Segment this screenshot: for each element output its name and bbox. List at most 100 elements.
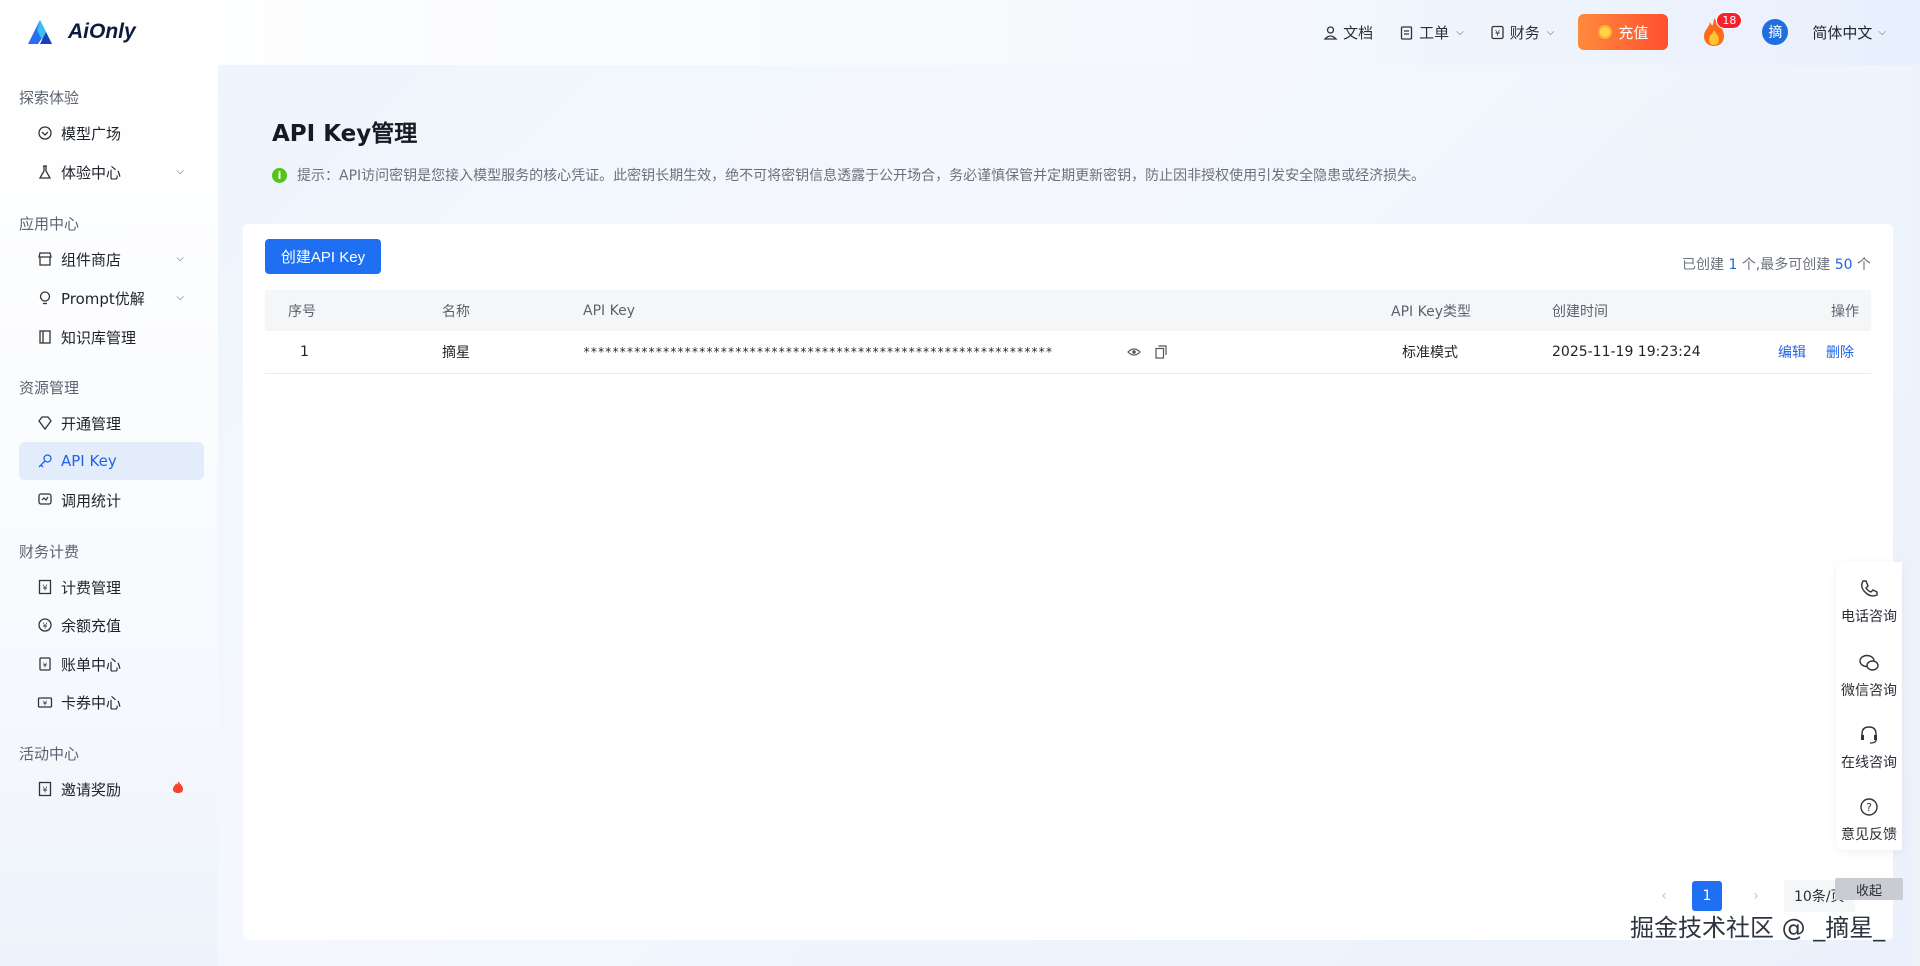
clipboard-icon <box>1399 25 1414 40</box>
svg-text:¥: ¥ <box>43 662 48 670</box>
sidebar-item-label: 组件商店 <box>61 250 122 269</box>
float-tool-label: 微信咨询 <box>1841 683 1897 699</box>
logo[interactable]: AiOnly <box>26 18 136 46</box>
quota-max-count: 50 <box>1834 257 1853 273</box>
sidebar-item-api-key[interactable]: API Key <box>19 442 204 480</box>
float-tool-label: 电话咨询 <box>1841 609 1897 625</box>
headset-icon <box>1861 726 1877 744</box>
sidebar-item-label: 调用统计 <box>61 491 122 510</box>
avatar[interactable]: 摘 <box>1762 19 1789 45</box>
sidebar-item-activation[interactable]: 开通管理 <box>19 404 204 442</box>
next-page-button[interactable]: › <box>1746 888 1766 904</box>
nav-docs[interactable]: 文档 <box>1323 22 1373 43</box>
bill-icon: ¥ <box>37 656 53 672</box>
sidebar-item-label: API Key <box>61 452 117 470</box>
sidebar-item-label: 计费管理 <box>61 578 122 597</box>
quota-prefix: 已创建 <box>1681 257 1724 273</box>
sidebar-group-title: 财务计费 <box>19 543 80 561</box>
fire-icon <box>172 780 184 798</box>
delete-button[interactable]: 删除 <box>1826 342 1854 362</box>
nav-tickets-label: 工单 <box>1419 23 1450 42</box>
row-name: 摘星 <box>442 345 470 361</box>
chevron-down-icon: ⌵ <box>1878 26 1886 38</box>
sidebar-item-component-store[interactable]: 组件商店 ⌵ <box>19 240 204 278</box>
copy-icon[interactable] <box>1153 344 1169 360</box>
recharge-button[interactable]: 充值 <box>1578 14 1669 50</box>
column-header-type: API Key类型 <box>1391 303 1471 320</box>
sidebar-item-label: 知识库管理 <box>61 328 137 347</box>
sidebar-item-billing[interactable]: ¥ 计费管理 <box>19 568 204 606</box>
row-created-time: 2025-11-19 19:23:24 <box>1552 344 1701 360</box>
ticket-icon: ¥ <box>37 694 53 710</box>
row-key-type: 标准模式 <box>1402 345 1458 361</box>
row-api-key-masked: ****************************************… <box>583 345 1053 359</box>
sidebar-item-label: 体验中心 <box>61 163 122 182</box>
column-header-actions: 操作 <box>1831 303 1859 320</box>
feedback-button[interactable]: ? 意见反馈 <box>1836 796 1902 844</box>
sidebar-item-coupon-center[interactable]: ¥ 卡券中心 <box>19 683 204 721</box>
sidebar-item-invite-reward[interactable]: ¥ 邀请奖励 <box>19 770 204 808</box>
info-icon: i <box>272 167 287 183</box>
watermark: 掘金技术社区 @ _摘星_ <box>1630 914 1886 942</box>
gift-doc-icon: ¥ <box>37 781 53 797</box>
phone-consult-button[interactable]: 电话咨询 <box>1836 578 1902 626</box>
svg-text:¥: ¥ <box>1495 29 1500 38</box>
svg-text:¥: ¥ <box>42 584 47 593</box>
flask-icon <box>37 164 53 180</box>
language-selector[interactable]: 简体中文 ⌵ <box>1812 22 1886 43</box>
chevron-down-icon: ⌵ <box>1456 26 1464 38</box>
cube-icon <box>37 125 53 141</box>
sidebar-item-usage-stats[interactable]: 调用统计 <box>19 481 204 519</box>
collapse-button[interactable]: 收起 <box>1835 878 1903 900</box>
nav-tickets[interactable]: 工单 ⌵ <box>1399 22 1464 43</box>
table-header: 序号 名称 API Key API Key类型 创建时间 操作 <box>265 290 1871 331</box>
bulb-icon <box>37 290 53 306</box>
chevron-down-icon: ⌵ <box>1546 26 1555 38</box>
sidebar-item-balance-recharge[interactable]: ¥ 余额充值 <box>19 606 204 644</box>
key-icon <box>37 453 53 469</box>
tip-text: 提示：API访问密钥是您接入模型服务的核心凭证。此密钥长期生效，绝不可将密钥信息… <box>297 168 1426 184</box>
sidebar-item-label: 模型广场 <box>61 124 122 143</box>
sidebar-group-title: 活动中心 <box>19 745 80 763</box>
question-icon: ? <box>1860 798 1878 816</box>
sidebar-item-bill-center[interactable]: ¥ 账单中心 <box>19 645 204 683</box>
nav-finance[interactable]: ¥ 财务 ⌵ <box>1490 22 1555 43</box>
nav-docs-label: 文档 <box>1343 23 1374 42</box>
sidebar-item-prompt[interactable]: Prompt优解 ⌵ <box>19 279 204 317</box>
chevron-down-icon: ⌵ <box>176 253 184 264</box>
sidebar-item-label: 开通管理 <box>61 414 122 433</box>
page-number-current[interactable]: 1 <box>1692 881 1722 911</box>
column-header-created: 创建时间 <box>1552 303 1608 320</box>
sidebar-item-model-square[interactable]: 模型广场 <box>19 114 204 152</box>
page-title: API Key管理 <box>272 121 418 147</box>
sidebar-item-label: Prompt优解 <box>61 289 145 308</box>
sidebar-group-title: 资源管理 <box>19 379 80 397</box>
sidebar: 探索体验 模型广场 体验中心 ⌵ 应用中心 组件商店 ⌵ Prompt优解 ⌵ … <box>0 65 218 966</box>
notification-badge: 18 <box>1716 12 1743 29</box>
wechat-consult-button[interactable]: 微信咨询 <box>1836 652 1902 700</box>
sidebar-item-knowledge-base[interactable]: 知识库管理 <box>19 318 204 356</box>
table-row: 1 摘星 ***********************************… <box>265 331 1871 374</box>
store-icon <box>37 251 53 267</box>
edit-button[interactable]: 编辑 <box>1778 342 1806 362</box>
prev-page-button[interactable]: ‹ <box>1654 888 1674 904</box>
online-consult-button[interactable]: 在线咨询 <box>1836 724 1902 772</box>
quota-suffix: 个 <box>1857 257 1871 273</box>
activity-fire-button[interactable]: 18 <box>1700 12 1743 48</box>
chart-screen-icon <box>37 492 53 508</box>
sidebar-item-experience-center[interactable]: 体验中心 ⌵ <box>19 153 204 191</box>
create-api-key-button[interactable]: 创建API Key <box>265 239 381 274</box>
quota-info: 已创建 1 个,最多可创建 50 个 <box>1682 254 1871 274</box>
page-scrollbar[interactable] <box>1912 65 1920 966</box>
column-header-key: API Key <box>583 302 635 319</box>
eye-icon[interactable] <box>1126 344 1142 360</box>
phone-icon <box>1861 580 1878 597</box>
user-doc-icon <box>1323 25 1338 40</box>
coin-circle-icon: ¥ <box>37 617 53 633</box>
sidebar-item-label: 邀请奖励 <box>61 780 122 799</box>
floating-support-bar: 电话咨询 微信咨询 在线咨询 ? 意见反馈 <box>1836 562 1902 850</box>
diamond-icon <box>37 415 53 431</box>
quota-created-count: 1 <box>1728 257 1738 273</box>
svg-text:¥: ¥ <box>42 786 47 795</box>
top-header: AiOnly 文档 工单 ⌵ ¥ 财务 ⌵ 充值 18 摘 简体中文 ⌵ <box>0 0 1920 65</box>
